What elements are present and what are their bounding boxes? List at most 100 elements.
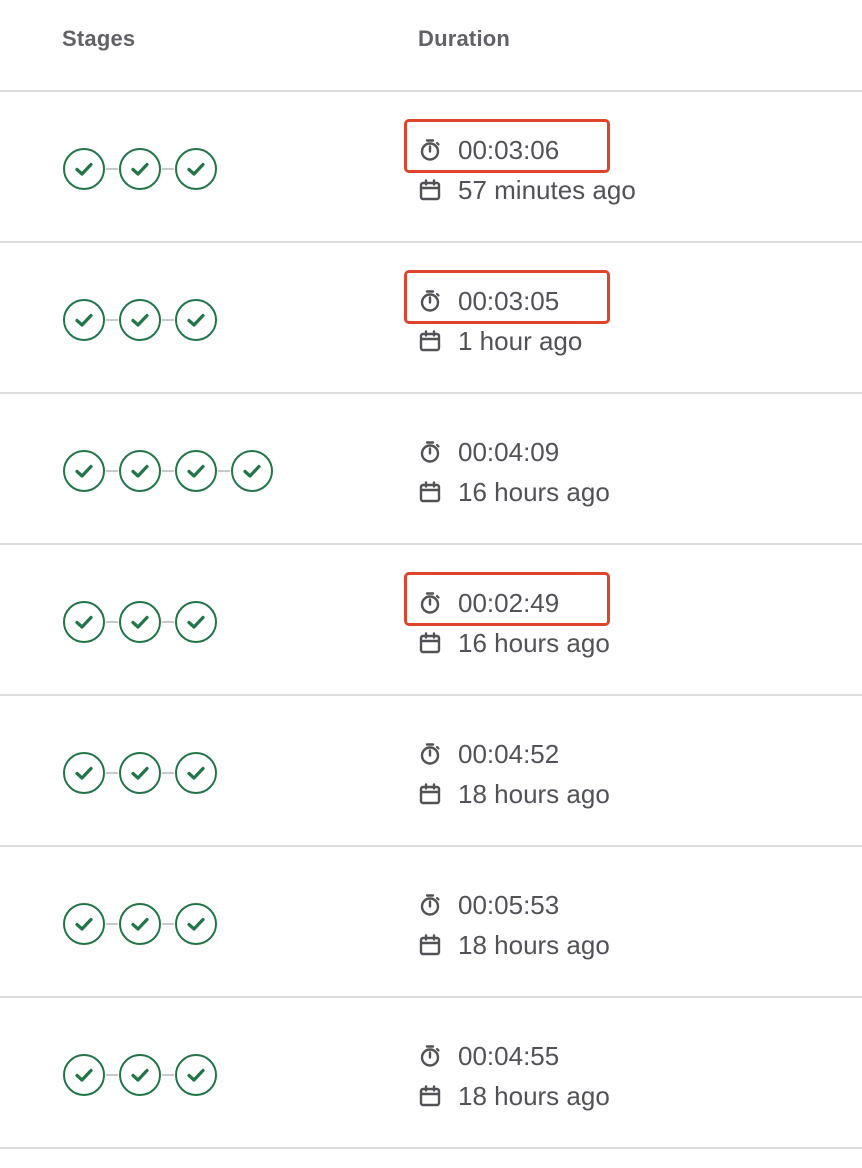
check-circle-icon <box>63 299 105 341</box>
stage-connector <box>106 470 118 472</box>
stopwatch-icon <box>418 440 442 464</box>
stage-connector <box>162 319 174 321</box>
check-circle-icon <box>175 148 217 190</box>
finished-line: 16 hours ago <box>418 472 838 512</box>
check-circle-icon <box>63 903 105 945</box>
finished-line: 18 hours ago <box>418 1076 838 1116</box>
stages-column-header: Stages <box>62 26 136 51</box>
finished-line: 16 hours ago <box>418 623 838 663</box>
stage-connector <box>106 621 118 623</box>
stage-connector <box>106 168 118 170</box>
calendar-icon <box>418 933 442 957</box>
duration-line: 00:02:49 <box>418 583 838 623</box>
duration-cell: 00:03:06 57 minutes ago <box>418 130 838 210</box>
table-row: 00:05:53 18 hours ago <box>0 847 862 998</box>
finished-line: 18 hours ago <box>418 774 838 814</box>
check-circle-icon <box>63 148 105 190</box>
check-circle-icon <box>63 601 105 643</box>
stopwatch-icon <box>418 1044 442 1068</box>
finished-time: 16 hours ago <box>458 627 610 658</box>
stage-status-button[interactable] <box>62 449 106 493</box>
check-circle-icon <box>175 752 217 794</box>
stage-status-button[interactable] <box>174 1053 218 1097</box>
finished-time: 57 minutes ago <box>458 174 636 205</box>
stopwatch-icon <box>418 742 442 766</box>
check-circle-icon <box>119 601 161 643</box>
calendar-icon <box>418 1084 442 1108</box>
check-circle-icon <box>175 1054 217 1096</box>
table-header: Stages Duration <box>0 0 862 92</box>
calendar-icon <box>418 782 442 806</box>
stage-status-button[interactable] <box>118 298 162 342</box>
duration-line: 00:03:05 <box>418 281 838 321</box>
duration-value: 00:04:55 <box>458 1040 560 1071</box>
stage-status-button[interactable] <box>118 600 162 644</box>
check-circle-icon <box>119 1054 161 1096</box>
table-row: 00:03:05 1 hour ago <box>0 243 862 394</box>
stopwatch-icon <box>418 289 442 313</box>
duration-value: 00:03:06 <box>458 134 560 165</box>
finished-line: 57 minutes ago <box>418 170 838 210</box>
stopwatch-icon <box>418 893 442 917</box>
finished-time: 18 hours ago <box>458 1080 610 1111</box>
stage-status-button[interactable] <box>62 147 106 191</box>
duration-line: 00:03:06 <box>418 130 838 170</box>
stopwatch-icon <box>418 591 442 615</box>
stage-status-button[interactable] <box>174 449 218 493</box>
pipeline-stages <box>62 147 218 191</box>
pipeline-stages <box>62 751 218 795</box>
stage-connector <box>162 470 174 472</box>
finished-line: 1 hour ago <box>418 321 838 361</box>
stage-connector <box>218 470 230 472</box>
duration-cell: 00:04:09 16 hours ago <box>418 432 838 512</box>
pipeline-table-body: 00:03:06 57 minutes ago 00:03:05 1 hour ago… <box>0 92 862 1149</box>
stage-status-button[interactable] <box>174 147 218 191</box>
stage-status-button[interactable] <box>174 751 218 795</box>
duration-cell: 00:05:53 18 hours ago <box>418 885 838 965</box>
pipeline-stages <box>62 1053 218 1097</box>
stage-connector <box>162 168 174 170</box>
stopwatch-icon <box>418 138 442 162</box>
calendar-icon <box>418 178 442 202</box>
stage-status-button[interactable] <box>174 600 218 644</box>
check-circle-icon <box>119 903 161 945</box>
check-circle-icon <box>119 148 161 190</box>
check-circle-icon <box>63 752 105 794</box>
stage-status-button[interactable] <box>118 449 162 493</box>
calendar-icon <box>418 329 442 353</box>
stage-status-button[interactable] <box>62 1053 106 1097</box>
stage-status-button[interactable] <box>62 600 106 644</box>
finished-time: 18 hours ago <box>458 929 610 960</box>
stage-status-button[interactable] <box>174 298 218 342</box>
check-circle-icon <box>231 450 273 492</box>
stage-status-button[interactable] <box>230 449 274 493</box>
check-circle-icon <box>119 752 161 794</box>
duration-value: 00:04:09 <box>458 436 560 467</box>
duration-value: 00:03:05 <box>458 285 560 316</box>
finished-time: 1 hour ago <box>458 325 583 356</box>
stage-connector <box>106 1074 118 1076</box>
stage-status-button[interactable] <box>62 751 106 795</box>
stage-status-button[interactable] <box>118 147 162 191</box>
table-row: 00:02:49 16 hours ago <box>0 545 862 696</box>
check-circle-icon <box>175 601 217 643</box>
duration-line: 00:04:55 <box>418 1036 838 1076</box>
table-row: 00:04:52 18 hours ago <box>0 696 862 847</box>
stage-status-button[interactable] <box>62 902 106 946</box>
check-circle-icon <box>119 299 161 341</box>
pipeline-stages <box>62 298 218 342</box>
duration-line: 00:05:53 <box>418 885 838 925</box>
stage-status-button[interactable] <box>174 902 218 946</box>
stage-status-button[interactable] <box>118 902 162 946</box>
stage-connector <box>106 923 118 925</box>
calendar-icon <box>418 631 442 655</box>
table-row: 00:04:55 18 hours ago <box>0 998 862 1149</box>
stage-status-button[interactable] <box>118 1053 162 1097</box>
stage-status-button[interactable] <box>62 298 106 342</box>
duration-cell: 00:04:52 18 hours ago <box>418 734 838 814</box>
duration-column-header: Duration <box>418 26 511 51</box>
stage-status-button[interactable] <box>118 751 162 795</box>
check-circle-icon <box>63 1054 105 1096</box>
table-row: 00:03:06 57 minutes ago <box>0 92 862 243</box>
finished-time: 16 hours ago <box>458 476 610 507</box>
